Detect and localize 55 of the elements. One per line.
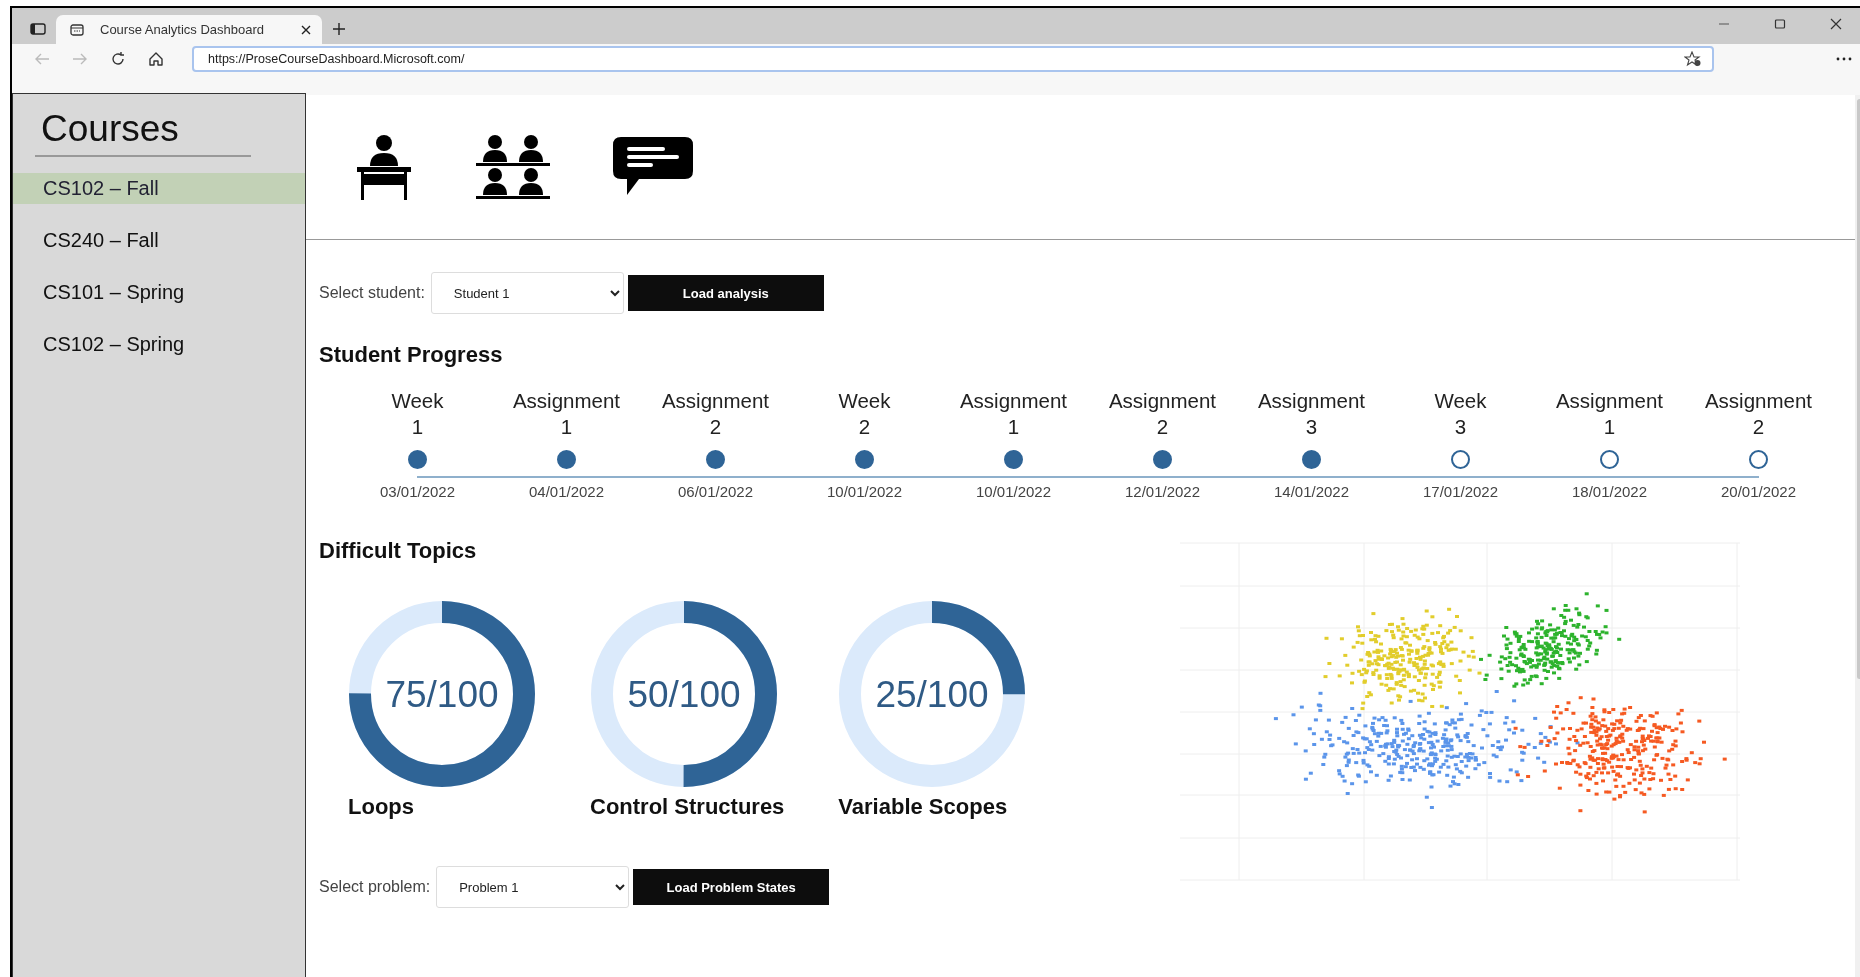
more-options-icon[interactable] <box>1836 57 1852 61</box>
maximize-icon[interactable] <box>1774 18 1786 30</box>
close-icon[interactable] <box>300 23 312 36</box>
milestone-date: 18/01/2022 <box>1571 483 1648 500</box>
favorite-star-icon[interactable] <box>1684 51 1702 67</box>
sidebar-toggle-icon[interactable] <box>30 22 46 36</box>
select-label: Select problem: <box>319 878 431 896</box>
course-item[interactable]: CS240 – Fall <box>13 225 305 256</box>
course-item[interactable]: CS101 – Spring <box>13 277 305 308</box>
milestone-label: Week 1 <box>391 388 444 440</box>
milestone-label: Assignment 2 <box>1704 388 1813 440</box>
sidebar-title: Courses <box>41 108 180 151</box>
milestone-date: 20/01/2022 <box>1720 483 1797 500</box>
home-icon[interactable] <box>148 51 164 67</box>
milestone-label: Week 3 <box>1434 388 1487 440</box>
milestone-date: 10/01/2022 <box>826 483 903 500</box>
milestone-label: Assignment 1 <box>959 388 1068 440</box>
refresh-icon[interactable] <box>110 51 126 67</box>
course-item[interactable]: CS102 – Spring <box>13 329 305 360</box>
milestone-date: 12/01/2022 <box>1124 483 1201 500</box>
course-item[interactable]: CS102 – Fall <box>13 173 305 204</box>
topic-label: Variable Scopes <box>838 794 1009 820</box>
problem-dropdown[interactable]: Problem 1 <box>436 866 630 908</box>
select-label: Select student: <box>319 284 425 302</box>
section-heading: Difficult Topics <box>319 538 478 564</box>
milestone-label: Assignment 2 <box>661 388 770 440</box>
milestone-label: Assignment 1 <box>1555 388 1664 440</box>
new-tab-icon[interactable] <box>332 22 346 36</box>
milestone-label: Week 2 <box>838 388 891 440</box>
topic-label: Control Structures <box>590 794 785 820</box>
teacher-desk-icon[interactable] <box>355 134 413 200</box>
browser-tab[interactable]: Course Analytics Dashboard <box>56 15 322 44</box>
progress-donut: 50/100 <box>590 600 778 788</box>
progress-donut: 25/100 <box>838 600 1027 788</box>
chat-message-icon[interactable] <box>613 137 693 197</box>
tab-page-icon <box>70 23 84 36</box>
milestone-label: Assignment 1 <box>512 388 621 440</box>
tab-title: Course Analytics Dashboard <box>100 22 266 37</box>
milestone-date: 14/01/2022 <box>1273 483 1350 500</box>
classroom-icon[interactable] <box>476 134 550 200</box>
milestone-date: 10/01/2022 <box>975 483 1052 500</box>
milestone-date: 03/01/2022 <box>379 483 456 500</box>
load-analysis-button[interactable]: Load analysis <box>627 275 824 311</box>
milestone-date: 17/01/2022 <box>1422 483 1499 500</box>
milestone-date: 06/01/2022 <box>677 483 754 500</box>
milestone-label: Assignment 2 <box>1108 388 1217 440</box>
progress-donut: 75/100 <box>348 600 536 788</box>
close-icon[interactable] <box>1830 18 1842 30</box>
milestone-label: Assignment 3 <box>1257 388 1366 440</box>
topic-label: Loops <box>348 794 415 820</box>
section-heading: Student Progress <box>319 342 504 368</box>
load-problem-states-button[interactable]: Load Problem States <box>633 869 830 905</box>
milestone-date: 04/01/2022 <box>528 483 605 500</box>
student-dropdown[interactable]: Student 1 <box>430 272 624 314</box>
address-bar[interactable]: https://ProseCourseDashboard.Microsoft.com/ <box>192 46 1714 72</box>
